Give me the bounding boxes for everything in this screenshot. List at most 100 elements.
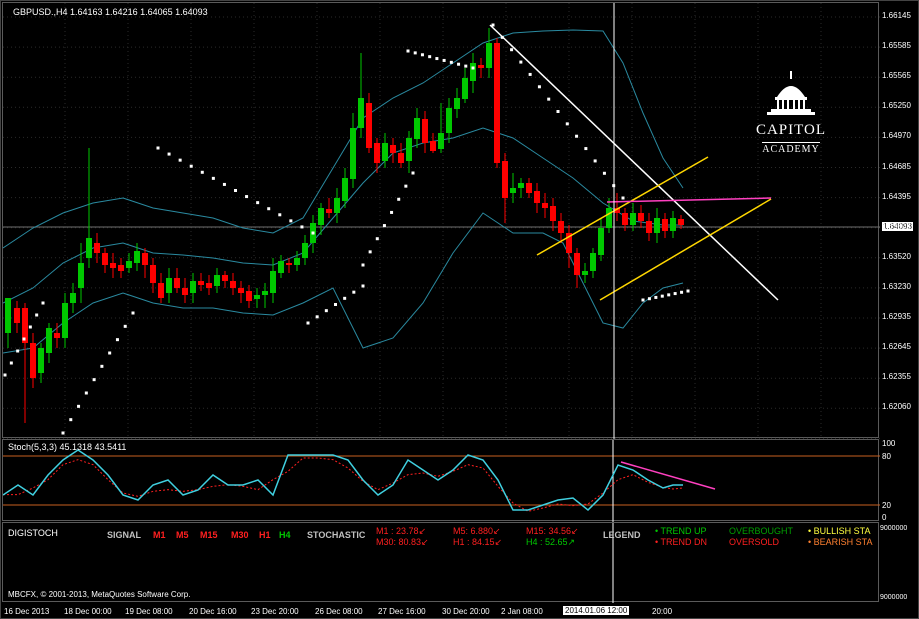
- price-tick-label: 1.62060: [882, 402, 911, 412]
- bear-candle: [638, 213, 644, 221]
- stoch-level-20: 20: [882, 501, 891, 510]
- signal-h1: H1: [259, 530, 271, 540]
- bull-candle: [470, 63, 476, 81]
- legend-overbought: OVERBOUGHT: [729, 526, 794, 536]
- sar-dot: [449, 60, 453, 64]
- bull-candle: [670, 218, 676, 231]
- sar-dot: [686, 289, 690, 293]
- bear-candle: [238, 288, 244, 293]
- crosshair-time-label: 2014.01.06 12:00: [563, 606, 630, 615]
- sar-dot: [343, 296, 347, 300]
- stochastic-panel[interactable]: Stoch(5,3,3) 45.1318 43.5411: [2, 439, 880, 522]
- bollinger-middle: [2, 127, 683, 304]
- sar-dot: [352, 290, 356, 294]
- legend-bearish: • BEARISH STA: [808, 537, 873, 547]
- bull-candle: [630, 213, 636, 225]
- symbol-header: GBPUSD.,H4 1.64163 1.64216 1.64065 1.640…: [13, 7, 208, 17]
- bear-candle: [182, 288, 188, 295]
- sar-dot: [9, 361, 13, 365]
- stochastic-chart[interactable]: [2, 440, 880, 522]
- bull-candle: [486, 43, 492, 68]
- legend-bullish: • BULLISH STA: [808, 526, 871, 536]
- bear-candle: [430, 141, 436, 151]
- sar-dot: [680, 290, 684, 294]
- bear-candle: [198, 281, 204, 285]
- signal-m15: M15: [200, 530, 218, 540]
- reading-m1: M1 : 23.78↙: [376, 526, 427, 536]
- bear-candle: [478, 65, 484, 68]
- sar-dot: [406, 49, 410, 53]
- price-tick-label: 1.62645: [882, 342, 911, 352]
- chart-window[interactable]: GBPUSD.,H4 1.64163 1.64216 1.64065 1.640…: [0, 0, 919, 619]
- digistoch-panel[interactable]: DIGISTOCH SIGNAL M1 M5 M15 M30 H1 H4 STO…: [2, 522, 879, 603]
- stochastic-main-line: [2, 449, 683, 512]
- sar-dot: [278, 213, 282, 217]
- sar-dot: [411, 171, 415, 175]
- sar-dot: [413, 51, 417, 55]
- sar-dot: [442, 58, 446, 62]
- sar-dot: [28, 325, 32, 329]
- sar-dot: [390, 210, 394, 214]
- stoch-level-100: 100: [882, 439, 896, 448]
- bear-candle: [110, 263, 116, 268]
- bull-candle: [70, 293, 76, 303]
- bear-candle: [526, 183, 532, 193]
- sar-dot: [200, 170, 204, 174]
- capitol-academy-logo: CAPITOL ACADEMY: [751, 69, 831, 157]
- sar-dot: [22, 337, 26, 341]
- sar-dot: [77, 404, 81, 408]
- sar-dot: [100, 364, 104, 368]
- sar-dot: [61, 431, 65, 435]
- bull-candle: [382, 143, 388, 161]
- sar-dot: [575, 134, 579, 138]
- reading-h4: H4 : 52.65↗: [526, 537, 576, 547]
- bear-candle: [494, 43, 500, 163]
- sar-dot: [267, 207, 271, 211]
- sar-dot: [115, 338, 119, 342]
- sar-dot: [464, 64, 468, 68]
- bollinger-upper: [2, 29, 684, 249]
- bull-candle: [582, 271, 588, 275]
- bear-candle: [94, 243, 100, 253]
- sar-dot: [528, 72, 532, 76]
- bear-candle: [246, 291, 252, 301]
- sar-dot: [457, 62, 461, 66]
- price-tick-label: 1.64685: [882, 161, 911, 171]
- bull-candle: [446, 108, 452, 133]
- time-tick-label: 19 Dec 08:00: [125, 607, 173, 616]
- sar-dot: [584, 147, 588, 151]
- sar-dot: [547, 97, 551, 101]
- price-panel[interactable]: GBPUSD.,H4 1.64163 1.64216 1.64065 1.640…: [2, 2, 885, 439]
- sar-dot: [593, 159, 597, 163]
- bear-candle: [118, 265, 124, 271]
- bull-candle: [294, 258, 300, 265]
- reading-m15: M15: 34.56↙: [526, 526, 579, 536]
- sar-dot: [660, 294, 664, 298]
- bear-candle: [366, 103, 372, 148]
- bear-candle: [390, 145, 396, 153]
- signal-h4: H4: [279, 530, 291, 540]
- bear-candle: [622, 213, 628, 225]
- bear-candle: [534, 191, 540, 203]
- reading-h1: H1 : 84.15↙: [453, 537, 503, 547]
- price-chart[interactable]: [2, 3, 885, 439]
- bull-candle: [134, 251, 140, 263]
- bollinger-lower: [2, 212, 684, 354]
- stochastic-header: Stoch(5,3,3) 45.1318 43.5411: [8, 442, 127, 452]
- capitol-dome-icon: [767, 71, 815, 115]
- reading-m30: M30: 80.83↙: [376, 537, 429, 547]
- bull-candle: [318, 208, 324, 225]
- time-label-suffix: 20:00: [652, 607, 673, 616]
- bear-candle: [374, 143, 380, 163]
- bear-candle: [558, 221, 564, 233]
- bear-candle: [678, 219, 684, 225]
- time-tick-label: 23 Dec 20:00: [251, 607, 299, 616]
- bear-candle: [102, 253, 108, 265]
- legend-oversold: OVERSOLD: [729, 537, 780, 547]
- bear-candle: [326, 209, 332, 213]
- bull-candle: [454, 98, 460, 109]
- bull-candle: [350, 128, 356, 179]
- sar-dot: [375, 237, 379, 241]
- bull-candle: [214, 275, 220, 286]
- bull-candle: [414, 118, 420, 139]
